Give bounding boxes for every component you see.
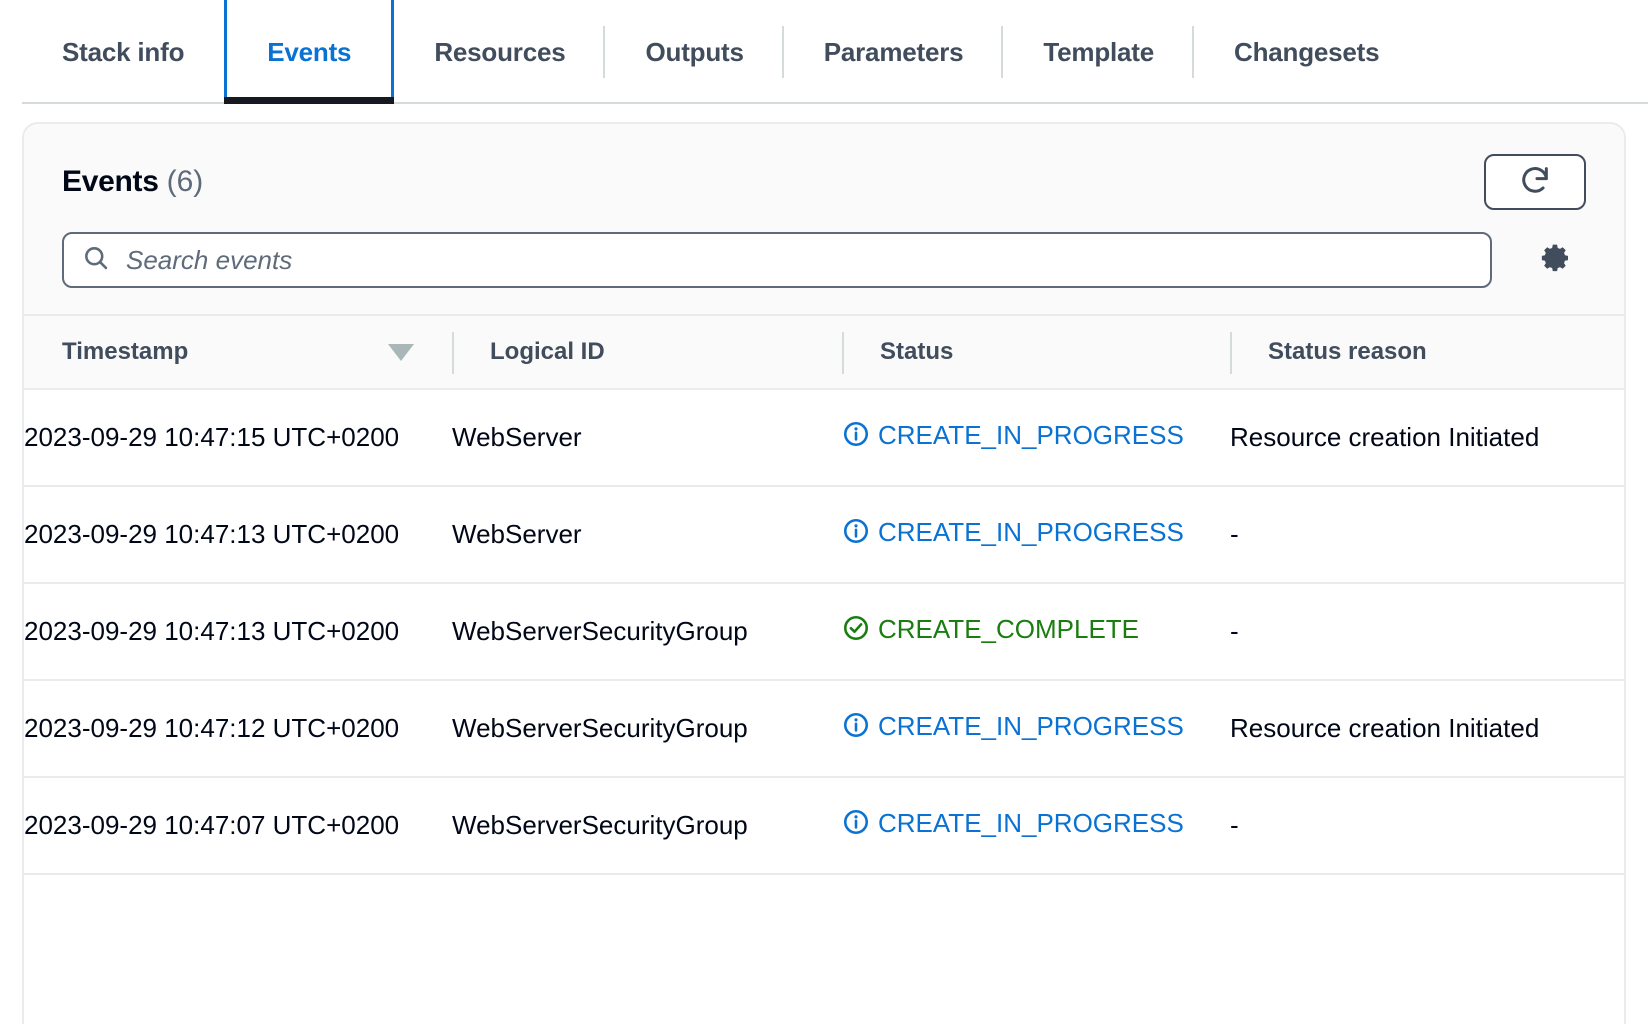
- cell-timestamp: 2023-09-29 10:47:15 UTC+0200: [24, 389, 452, 486]
- tab-label: Parameters: [824, 37, 964, 68]
- cell-logical-id: WebServer: [452, 389, 842, 486]
- events-table-body: 2023-09-29 10:47:15 UTC+0200WebServer CRE…: [24, 389, 1626, 874]
- column-header-logical-id[interactable]: Logical ID: [452, 316, 842, 389]
- status-text: CREATE_IN_PROGRESS: [878, 711, 1184, 741]
- refresh-button[interactable]: [1484, 154, 1586, 210]
- cell-timestamp: 2023-09-29 10:47:12 UTC+0200: [24, 680, 452, 777]
- events-table: Timestamp Logical ID Status: [24, 316, 1626, 875]
- tab-resources[interactable]: Resources: [394, 0, 605, 104]
- refresh-icon: [1518, 163, 1552, 202]
- panel-title-text: Events: [62, 165, 159, 198]
- gear-icon: [1540, 242, 1572, 279]
- cell-status: CREATE_IN_PROGRESS: [842, 680, 1230, 777]
- check-circle-icon: [842, 614, 870, 653]
- panel-header-bottom-row: Search events: [62, 232, 1586, 288]
- search-placeholder-text: Search events: [126, 245, 292, 276]
- cell-logical-id: WebServer: [452, 486, 842, 583]
- status-badge[interactable]: CREATE_IN_PROGRESS: [842, 804, 1230, 847]
- panel-header: Events(6) Search eve: [24, 124, 1624, 316]
- cell-timestamp: 2023-09-29 10:47:13 UTC+0200: [24, 583, 452, 680]
- info-circle-icon: [842, 420, 870, 459]
- column-header-status[interactable]: Status: [842, 316, 1230, 389]
- tab-label: Changesets: [1234, 37, 1379, 68]
- status-badge[interactable]: CREATE_COMPLETE: [842, 610, 1230, 653]
- table-header-row: Timestamp Logical ID Status: [24, 316, 1626, 389]
- column-divider: [1230, 332, 1232, 374]
- info-circle-icon: [842, 711, 870, 750]
- cell-status-reason: -: [1230, 777, 1626, 874]
- table-row[interactable]: 2023-09-29 10:47:15 UTC+0200WebServer CRE…: [24, 389, 1626, 486]
- info-circle-icon: [842, 808, 870, 847]
- sort-descending-icon: [388, 344, 414, 361]
- cell-logical-id: WebServerSecurityGroup: [452, 680, 842, 777]
- tab-events[interactable]: Events: [224, 0, 394, 104]
- events-table-header: Timestamp Logical ID Status: [24, 316, 1626, 389]
- table-row[interactable]: 2023-09-29 10:47:07 UTC+0200WebServerSec…: [24, 777, 1626, 874]
- tab-outputs[interactable]: Outputs: [605, 0, 783, 104]
- cell-status-reason: Resource creation Initiated: [1230, 680, 1626, 777]
- status-badge[interactable]: CREATE_IN_PROGRESS: [842, 416, 1230, 459]
- cell-status-reason: Resource creation Initiated: [1230, 389, 1626, 486]
- status-text: CREATE_IN_PROGRESS: [878, 517, 1184, 547]
- status-text: CREATE_IN_PROGRESS: [878, 420, 1184, 450]
- events-panel: Events(6) Search eve: [22, 122, 1626, 1024]
- column-divider: [452, 332, 454, 374]
- column-header-status-reason[interactable]: Status reason: [1230, 316, 1626, 389]
- tab-template[interactable]: Template: [1003, 0, 1194, 104]
- cell-status-reason: -: [1230, 583, 1626, 680]
- cell-timestamp: 2023-09-29 10:47:13 UTC+0200: [24, 486, 452, 583]
- tab-label: Resources: [434, 37, 565, 68]
- status-text: CREATE_IN_PROGRESS: [878, 808, 1184, 838]
- cell-timestamp: 2023-09-29 10:47:07 UTC+0200: [24, 777, 452, 874]
- column-header-timestamp-label: Timestamp: [62, 338, 188, 366]
- cell-status: CREATE_COMPLETE: [842, 583, 1230, 680]
- tab-label: Template: [1043, 37, 1154, 68]
- cell-status-reason: -: [1230, 486, 1626, 583]
- table-preferences-button[interactable]: [1526, 242, 1586, 279]
- column-header-status-label: Status: [880, 338, 953, 366]
- column-header-logical-id-label: Logical ID: [490, 338, 605, 366]
- info-circle-icon: [842, 517, 870, 556]
- status-text: CREATE_COMPLETE: [878, 614, 1139, 644]
- tab-parameters[interactable]: Parameters: [784, 0, 1004, 104]
- column-divider: [842, 332, 844, 374]
- cell-logical-id: WebServerSecurityGroup: [452, 583, 842, 680]
- search-icon: [82, 244, 110, 277]
- cell-logical-id: WebServerSecurityGroup: [452, 777, 842, 874]
- status-badge[interactable]: CREATE_IN_PROGRESS: [842, 513, 1230, 556]
- column-header-status-reason-label: Status reason: [1268, 338, 1427, 366]
- search-input[interactable]: Search events: [62, 232, 1492, 288]
- table-row[interactable]: 2023-09-29 10:47:12 UTC+0200WebServerSec…: [24, 680, 1626, 777]
- tab-stack-info[interactable]: Stack info: [22, 0, 224, 104]
- panel-header-top-row: Events(6): [62, 154, 1586, 210]
- cell-status: CREATE_IN_PROGRESS: [842, 777, 1230, 874]
- tab-bar: Stack info Events Resources Outputs Paramete…: [0, 0, 1648, 104]
- table-row[interactable]: 2023-09-29 10:47:13 UTC+0200WebServer CRE…: [24, 486, 1626, 583]
- tab-label: Stack info: [62, 37, 184, 68]
- status-badge[interactable]: CREATE_IN_PROGRESS: [842, 707, 1230, 750]
- column-header-timestamp[interactable]: Timestamp: [24, 316, 452, 389]
- tab-changesets[interactable]: Changesets: [1194, 0, 1419, 104]
- panel-count-text: (6): [167, 165, 204, 198]
- cell-status: CREATE_IN_PROGRESS: [842, 389, 1230, 486]
- tab-label: Events: [267, 37, 351, 68]
- page-title: Events(6): [62, 165, 203, 199]
- table-row[interactable]: 2023-09-29 10:47:13 UTC+0200WebServerSec…: [24, 583, 1626, 680]
- tab-label: Outputs: [645, 37, 743, 68]
- cell-status: CREATE_IN_PROGRESS: [842, 486, 1230, 583]
